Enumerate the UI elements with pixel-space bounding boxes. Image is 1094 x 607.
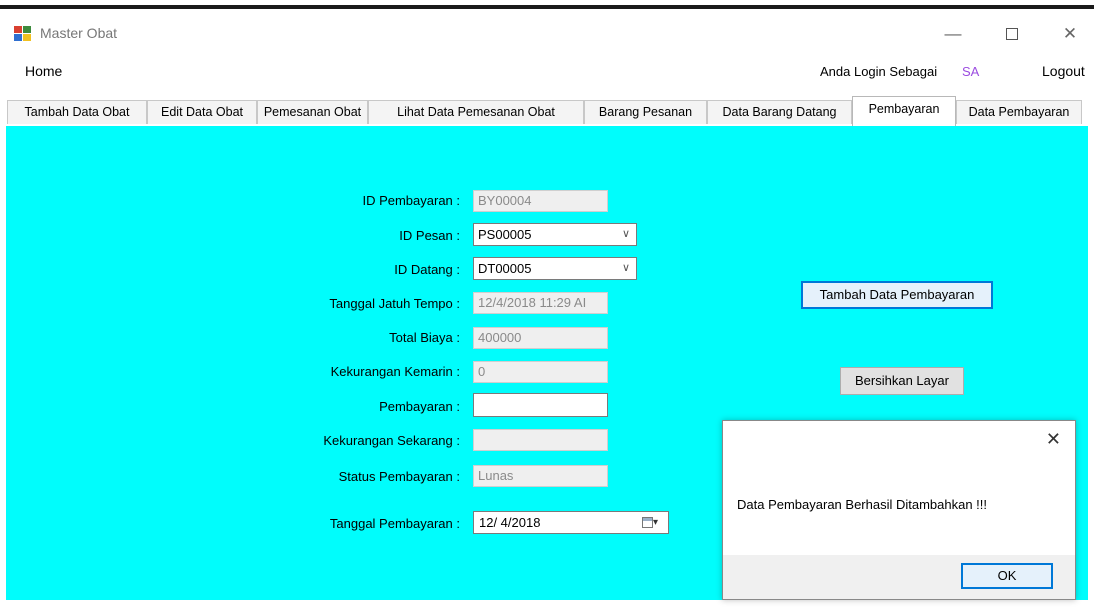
close-icon: ✕ [1062,24,1078,43]
tanggal-pembayaran-value: 12/ 4/2018 [479,515,541,530]
id-pembayaran-field[interactable]: BY00004 [473,190,608,212]
label-kekurangan-sekarang: Kekurangan Sekarang : [323,433,460,448]
tab-tambah-data-obat[interactable]: Tambah Data Obat [7,100,147,124]
window-title: Master Obat [40,25,118,41]
tab-lihat-data-pemesanan-obat[interactable]: Lihat Data Pemesanan Obat [368,100,584,124]
login-label: Anda Login Sebagai [820,64,938,79]
app-window-icon [14,26,32,42]
tab-strip: Tambah Data Obat Edit Data Obat Pemesana… [0,96,1094,126]
calendar-dropdown-button[interactable]: ▾ [642,516,664,529]
menu-item-home[interactable]: Home [25,63,62,79]
id-pesan-select[interactable]: PS00005 ∨ [473,223,637,246]
title-bar: Master Obat — ✕ [0,9,1094,57]
tab-data-barang-datang[interactable]: Data Barang Datang [707,100,852,124]
menu-bar: Home Anda Login Sebagai SA Logout [0,57,1094,87]
id-datang-select[interactable]: DT00005 ∨ [473,257,637,280]
top-strip [0,0,1094,9]
dialog-message: Data Pembayaran Berhasil Ditambahkan !!! [737,497,988,512]
menu-item-logout[interactable]: Logout [1042,63,1085,79]
message-dialog: ✕ Data Pembayaran Berhasil Ditambahkan !… [722,420,1076,600]
maximize-button[interactable] [992,19,1032,49]
label-id-pembayaran: ID Pembayaran : [362,193,460,208]
kekurangan-kemarin-field[interactable]: 0 [473,361,608,383]
kekurangan-sekarang-field[interactable] [473,429,608,451]
label-pembayaran: Pembayaran : [379,399,460,414]
label-id-pesan: ID Pesan : [399,228,460,243]
id-pesan-value: PS00005 [478,227,532,242]
close-button[interactable]: ✕ [1050,19,1090,49]
minimize-icon: — [944,24,962,43]
tab-edit-data-obat[interactable]: Edit Data Obat [147,100,257,124]
label-kekurangan-kemarin: Kekurangan Kemarin : [330,364,460,379]
label-total-biaya: Total Biaya : [389,330,460,345]
bersihkan-layar-button[interactable]: Bersihkan Layar [840,367,964,395]
chevron-down-icon: ∨ [621,228,630,240]
tambah-data-pembayaran-button[interactable]: Tambah Data Pembayaran [801,281,993,309]
total-biaya-field[interactable]: 400000 [473,327,608,349]
tab-barang-pesanan[interactable]: Barang Pesanan [584,100,707,124]
login-user: SA [962,64,980,79]
pembayaran-input[interactable] [473,393,608,417]
calendar-icon [642,516,653,528]
label-tanggal-pembayaran: Tanggal Pembayaran : [329,516,460,531]
label-status-pembayaran: Status Pembayaran : [338,469,460,484]
dialog-close-icon[interactable]: ✕ [1046,429,1061,450]
maximize-icon [1006,28,1018,40]
status-pembayaran-field[interactable]: Lunas [473,465,608,487]
dialog-footer: OK [723,555,1075,599]
tab-pembayaran[interactable]: Pembayaran [852,96,956,126]
tab-data-pembayaran[interactable]: Data Pembayaran [956,100,1082,124]
tanggal-jatuh-tempo-field[interactable]: 12/4/2018 11:29 AI [473,292,608,314]
label-tanggal-jatuh-tempo: Tanggal Jatuh Tempo : [329,296,460,311]
ok-button[interactable]: OK [961,563,1053,589]
label-id-datang: ID Datang : [394,262,460,277]
tab-pemesanan-obat[interactable]: Pemesanan Obat [257,100,368,124]
id-datang-value: DT00005 [478,261,532,276]
minimize-button[interactable]: — [933,19,973,49]
chevron-down-icon: ∨ [621,262,630,274]
tanggal-pembayaran-datepicker[interactable]: 12/ 4/2018 ▾ [473,511,669,534]
